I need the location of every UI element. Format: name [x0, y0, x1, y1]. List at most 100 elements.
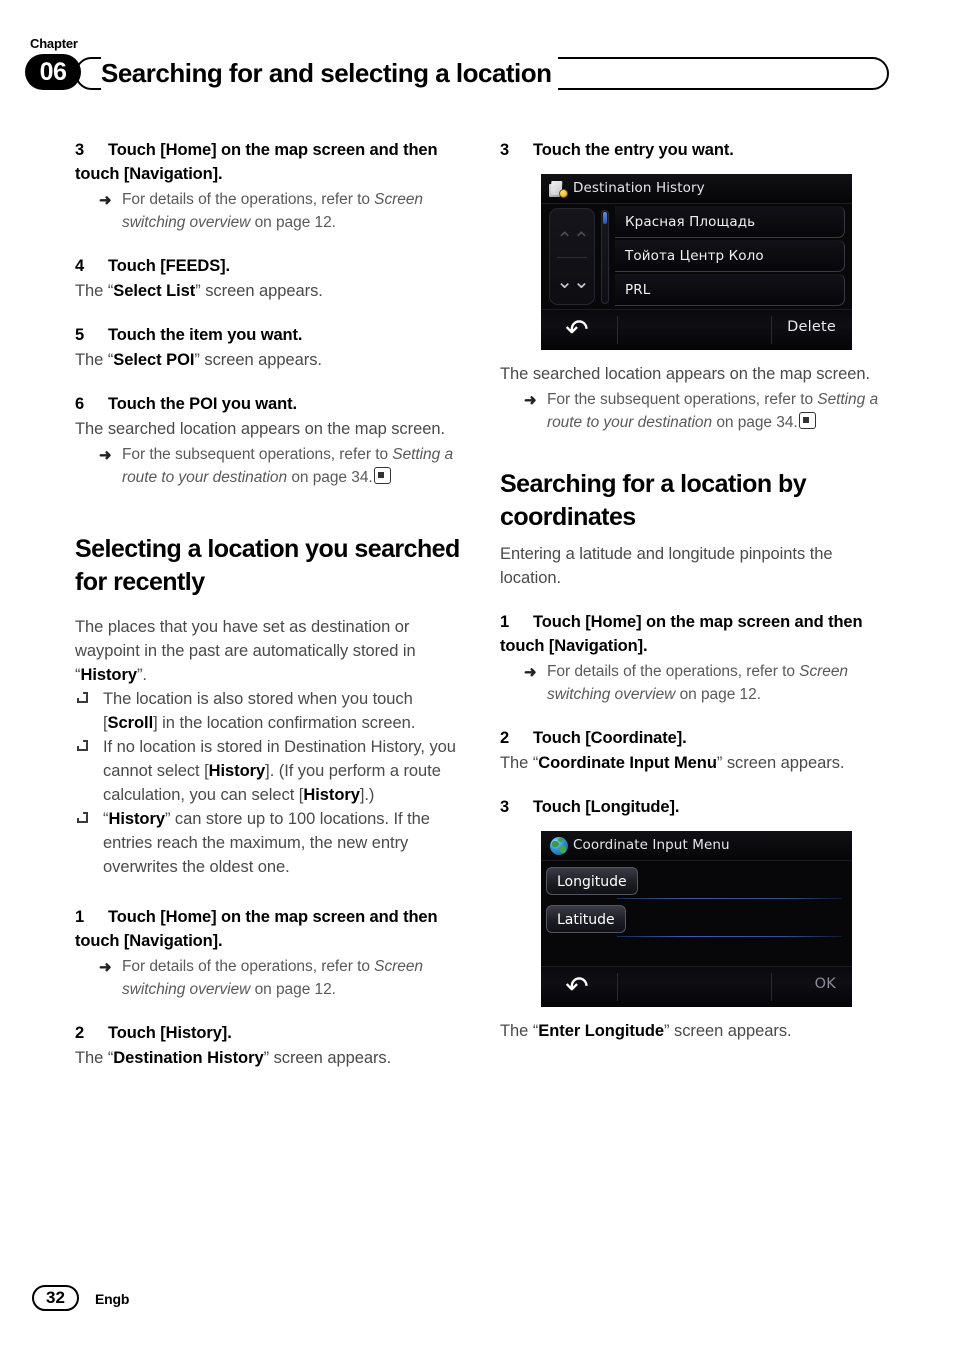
- bottom-bar-separator: [617, 973, 618, 1001]
- left-column: 3 Touch [Home] on the map screen and then…: [75, 138, 460, 1070]
- step-6-note-post: on page 34.: [287, 469, 373, 486]
- step-2-heading: 2 Touch [History].: [75, 1021, 460, 1045]
- right-column: 3 Touch the entry you want. Destination H…: [500, 138, 885, 1043]
- back-arrow-icon[interactable]: ↶: [561, 316, 593, 344]
- step-6-note-pre: For the subsequent operations, refer to: [122, 446, 393, 463]
- device-list-area: ⌃⌃ ⌄⌄ Красная Площадь Тойота Центр Коло …: [541, 204, 852, 310]
- arrow-reference-icon: ➜: [524, 664, 537, 681]
- latitude-value-underline: [617, 936, 842, 937]
- step-5-body-post: ” screen appears.: [194, 351, 322, 369]
- step-6-note: ➜ For the subsequent operations, refer to…: [75, 443, 460, 489]
- bullet-3-bold: History: [108, 810, 165, 828]
- square-bullet-icon: [77, 812, 88, 823]
- page-number: 32: [32, 1285, 79, 1311]
- step-3-heading: 3 Touch [Home] on the map screen and then…: [75, 138, 460, 186]
- right-step-2-body-bold: Coordinate Input Menu: [538, 754, 717, 772]
- step-5-number: 5: [75, 326, 85, 344]
- right-step-1-text: Touch [Home] on the map screen and then …: [500, 613, 863, 655]
- right-step-2-heading: 2 Touch [Coordinate].: [500, 726, 885, 750]
- step-5-body-pre: The “: [75, 351, 114, 369]
- step-6-number: 6: [75, 395, 85, 413]
- step-1-number: 1: [75, 908, 85, 926]
- step-1-note: ➜ For details of the operations, refer to…: [75, 955, 460, 1001]
- step-2-number: 2: [75, 1024, 85, 1042]
- step-4-text: Touch [FEEDS].: [108, 257, 231, 275]
- closing-post: ” screen appears.: [664, 1022, 792, 1040]
- destination-history-list: Красная Площадь Тойота Центр Коло PRL: [615, 206, 845, 308]
- list-item[interactable]: Красная Площадь: [615, 206, 845, 238]
- latitude-button[interactable]: Latitude: [546, 905, 626, 933]
- step-2-text: Touch [History].: [108, 1024, 232, 1042]
- language-code: Engb: [95, 1291, 130, 1307]
- section-title-coordinates: Searching for a location by coordinates: [500, 470, 807, 531]
- right-step-3-number: 3: [500, 141, 510, 159]
- device-title: Destination History: [573, 180, 705, 196]
- right-step-1-note: ➜ For details of the operations, refer to…: [500, 660, 885, 706]
- step-5-body-bold: Select POI: [113, 351, 195, 369]
- list-item[interactable]: Тойота Центр Коло: [615, 240, 845, 272]
- device-title: Coordinate Input Menu: [573, 837, 730, 853]
- right-note-pre: For the subsequent operations, refer to: [547, 391, 818, 408]
- device-title-bar: Coordinate Input Menu: [541, 831, 852, 861]
- coordinates-intro: Entering a latitude and longitude pinpoi…: [500, 545, 833, 587]
- right-step-3b-heading: 3 Touch [Longitude].: [500, 795, 885, 819]
- list-item: The location is also stored when you tou…: [75, 687, 460, 735]
- scrollbar-thumb[interactable]: [603, 212, 607, 224]
- step-4-body-post: ” screen appears.: [195, 282, 323, 300]
- step-2-body: The “Destination History” screen appears…: [75, 1046, 460, 1070]
- right-step-2-number: 2: [500, 729, 510, 747]
- square-bullet-icon: [77, 692, 88, 703]
- bullet-1-bold: Scroll: [107, 714, 154, 732]
- recent-intro-bold: History: [80, 666, 137, 684]
- right-step-2-body-pre: The “: [500, 754, 539, 772]
- device-bottom-bar: ↶ Delete: [541, 309, 852, 350]
- bullet-2-bold-2: History: [303, 786, 360, 804]
- arrow-reference-icon: ➜: [99, 959, 112, 976]
- chevron-double-down-icon[interactable]: ⌄⌄: [550, 271, 596, 291]
- step-5-text: Touch the item you want.: [108, 326, 303, 344]
- list-scroll-buttons[interactable]: ⌃⌃ ⌄⌄: [549, 208, 595, 305]
- step-3-text: Touch [Home] on the map screen and then …: [75, 141, 438, 183]
- square-bullet-icon: [77, 740, 88, 751]
- section-title-recent: Selecting a location you searched for re…: [75, 535, 460, 596]
- bullet-2-bold: History: [208, 762, 266, 780]
- right-step-1-note-post: on page 12.: [675, 686, 761, 703]
- bullet-1-post: ] in the location confirmation screen.: [153, 714, 416, 732]
- step-1-text: Touch [Home] on the map screen and then …: [75, 908, 438, 950]
- step-1-note-post: on page 12.: [250, 981, 336, 998]
- right-step-2-body: The “Coordinate Input Menu” screen appea…: [500, 751, 885, 775]
- ok-button[interactable]: OK: [815, 976, 836, 992]
- delete-button[interactable]: Delete: [787, 319, 836, 335]
- scrollbar[interactable]: [601, 210, 609, 304]
- back-arrow-icon[interactable]: ↶: [561, 973, 593, 1001]
- bottom-bar-separator: [617, 316, 618, 344]
- longitude-row: Longitude: [541, 865, 852, 901]
- right-step-3-heading: 3 Touch the entry you want.: [500, 138, 885, 162]
- arrow-reference-icon: ➜: [524, 392, 537, 409]
- step-3-note-pre: For details of the operations, refer to: [122, 191, 375, 208]
- right-step-1-number: 1: [500, 613, 510, 631]
- step-4-number: 4: [75, 257, 85, 275]
- list-item[interactable]: PRL: [615, 274, 845, 306]
- latitude-row: Latitude: [541, 903, 852, 939]
- longitude-button[interactable]: Longitude: [546, 867, 638, 895]
- page-header: Chapter 06 Searching for and selecting a…: [0, 0, 954, 108]
- step-2-body-pre: The “: [75, 1049, 114, 1067]
- step-6-body: The searched location appears on the map…: [75, 420, 445, 438]
- right-step-2-text: Touch [Coordinate].: [533, 729, 687, 747]
- right-after-history-note: ➜ For the subsequent operations, refer to…: [500, 388, 885, 434]
- step-2-body-post: ” screen appears.: [263, 1049, 392, 1067]
- right-note-post: on page 34.: [712, 414, 798, 431]
- step-2-body-bold: Destination History: [113, 1049, 264, 1067]
- closing-bold: Enter Longitude: [538, 1022, 665, 1040]
- step-3-note-post: on page 12.: [250, 214, 336, 231]
- chevron-double-up-icon[interactable]: ⌃⌃: [550, 229, 596, 249]
- arrow-reference-icon: ➜: [99, 192, 112, 209]
- right-step-1-note-pre: For details of the operations, refer to: [547, 663, 800, 680]
- device-bottom-bar: ↶ OK: [541, 966, 852, 1007]
- step-5-body: The “Select POI” screen appears.: [75, 348, 460, 372]
- bullet-2-post: ].): [359, 786, 375, 804]
- closing-pre: The “: [500, 1022, 539, 1040]
- right-after-history-body: The searched location appears on the map…: [500, 365, 870, 383]
- right-step-3-text: Touch the entry you want.: [533, 141, 734, 159]
